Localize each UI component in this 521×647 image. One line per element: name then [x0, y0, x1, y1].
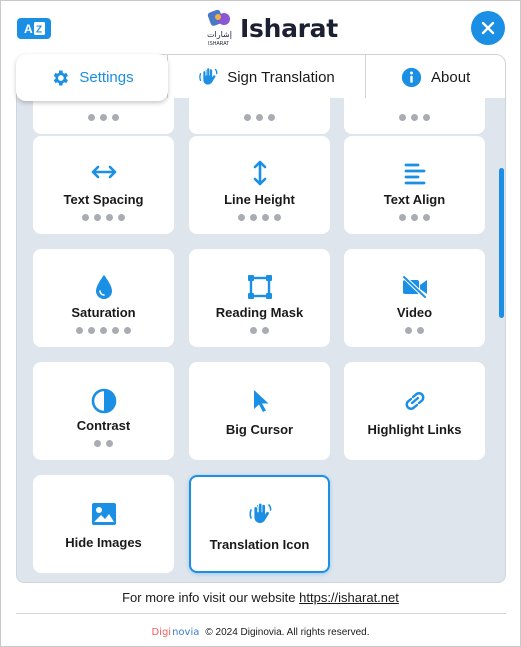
copyright-bar: Digi novia © 2024 Diginovia. All rights r…	[1, 627, 520, 638]
translate-icon: A Z	[24, 22, 45, 36]
level-dots	[189, 327, 330, 334]
tab-about[interactable]: About	[366, 55, 505, 99]
level-dots	[189, 214, 330, 221]
settings-card-hidden-2[interactable]	[189, 98, 330, 134]
copyright-text: © 2024 Diginovia. All rights reserved.	[205, 627, 370, 638]
settings-card-hidden-1[interactable]	[33, 98, 174, 134]
highlight-links-label: Highlight Links	[367, 422, 462, 437]
extension-popup: A Z إشارات ISHARAT Isharat Settings Sign…	[0, 0, 521, 647]
tab-settings[interactable]: Settings	[16, 54, 168, 101]
saturation-card[interactable]: Saturation	[33, 249, 174, 347]
close-button[interactable]	[471, 11, 505, 45]
tab-sign-translation-label: Sign Translation	[227, 68, 335, 86]
translation-icon-card[interactable]: Translation Icon	[189, 475, 330, 573]
line-height-label: Line Height	[224, 192, 295, 207]
droplet-icon	[95, 275, 112, 299]
level-dots	[344, 114, 485, 121]
info-icon	[401, 67, 422, 87]
settings-scroll-panel[interactable]: Text Spacing Line Height Text Align Satu…	[16, 98, 506, 583]
video-off-icon	[401, 275, 427, 299]
tab-settings-label: Settings	[79, 69, 134, 86]
gear-icon	[54, 70, 69, 85]
link-icon	[405, 392, 424, 410]
tab-bar: Settings Sign Translation About	[16, 54, 506, 101]
reading-mask-icon	[247, 275, 272, 299]
cursor-icon	[253, 390, 268, 412]
diginovia-logo: Digi novia	[151, 627, 199, 638]
tab-settings-active-pill: Settings	[16, 54, 168, 101]
footer-divider	[16, 613, 506, 614]
arrows-vertical-icon	[253, 160, 266, 186]
reading-mask-card[interactable]: Reading Mask	[189, 249, 330, 347]
translation-icon-label: Translation Icon	[209, 537, 310, 552]
text-align-card[interactable]: Text Align	[344, 136, 485, 234]
svg-text:A: A	[24, 22, 33, 36]
website-link[interactable]: https://isharat.net	[299, 590, 399, 605]
line-height-card[interactable]: Line Height	[189, 136, 330, 234]
svg-text:إشارات: إشارات	[207, 30, 232, 40]
sign-hand-icon	[248, 503, 271, 523]
level-dots	[344, 327, 485, 334]
big-cursor-card[interactable]: Big Cursor	[189, 362, 330, 460]
level-dots	[344, 214, 485, 221]
app-logo: إشارات ISHARAT Isharat	[205, 8, 338, 48]
video-label: Video	[396, 305, 433, 320]
website-info: For more info visit our website https://…	[1, 590, 520, 605]
reading-mask-label: Reading Mask	[215, 305, 304, 320]
hide-images-label: Hide Images	[65, 535, 142, 550]
text-align-icon	[404, 163, 425, 185]
header: A Z إشارات ISHARAT Isharat	[1, 1, 520, 55]
saturation-label: Saturation	[71, 305, 136, 320]
contrast-label: Contrast	[76, 418, 131, 433]
close-icon	[481, 21, 495, 35]
contrast-icon	[91, 388, 116, 414]
level-dots	[33, 214, 174, 221]
brand-part-b: novia	[172, 627, 200, 638]
level-dots	[33, 440, 174, 447]
settings-card-hidden-3[interactable]	[344, 98, 485, 134]
svg-text:Z: Z	[36, 25, 42, 36]
text-spacing-label: Text Spacing	[63, 192, 144, 207]
logo-caption: ISHARAT	[208, 41, 229, 47]
big-cursor-label: Big Cursor	[225, 422, 294, 437]
text-align-label: Text Align	[383, 192, 446, 207]
text-spacing-card[interactable]: Text Spacing	[33, 136, 174, 234]
isharat-logo-icon: إشارات ISHARAT	[207, 9, 232, 47]
image-icon	[91, 503, 116, 525]
contrast-card[interactable]: Contrast	[33, 362, 174, 460]
arrows-horizontal-icon	[91, 165, 116, 179]
level-dots	[33, 327, 174, 334]
brand-part-a: Digi	[151, 627, 172, 638]
tab-sign-translation[interactable]: Sign Translation	[168, 55, 367, 99]
app-title: Isharat	[240, 13, 338, 43]
sign-hand-icon	[199, 68, 218, 85]
website-info-text: For more info visit our website	[122, 590, 296, 605]
level-dots	[189, 114, 330, 121]
tab-about-label: About	[431, 68, 471, 86]
language-toggle-button[interactable]: A Z	[17, 18, 51, 39]
level-dots	[33, 114, 174, 121]
scrollbar-thumb[interactable]	[499, 168, 504, 318]
hide-images-card[interactable]: Hide Images	[33, 475, 174, 573]
video-card[interactable]: Video	[344, 249, 485, 347]
highlight-links-card[interactable]: Highlight Links	[344, 362, 485, 460]
